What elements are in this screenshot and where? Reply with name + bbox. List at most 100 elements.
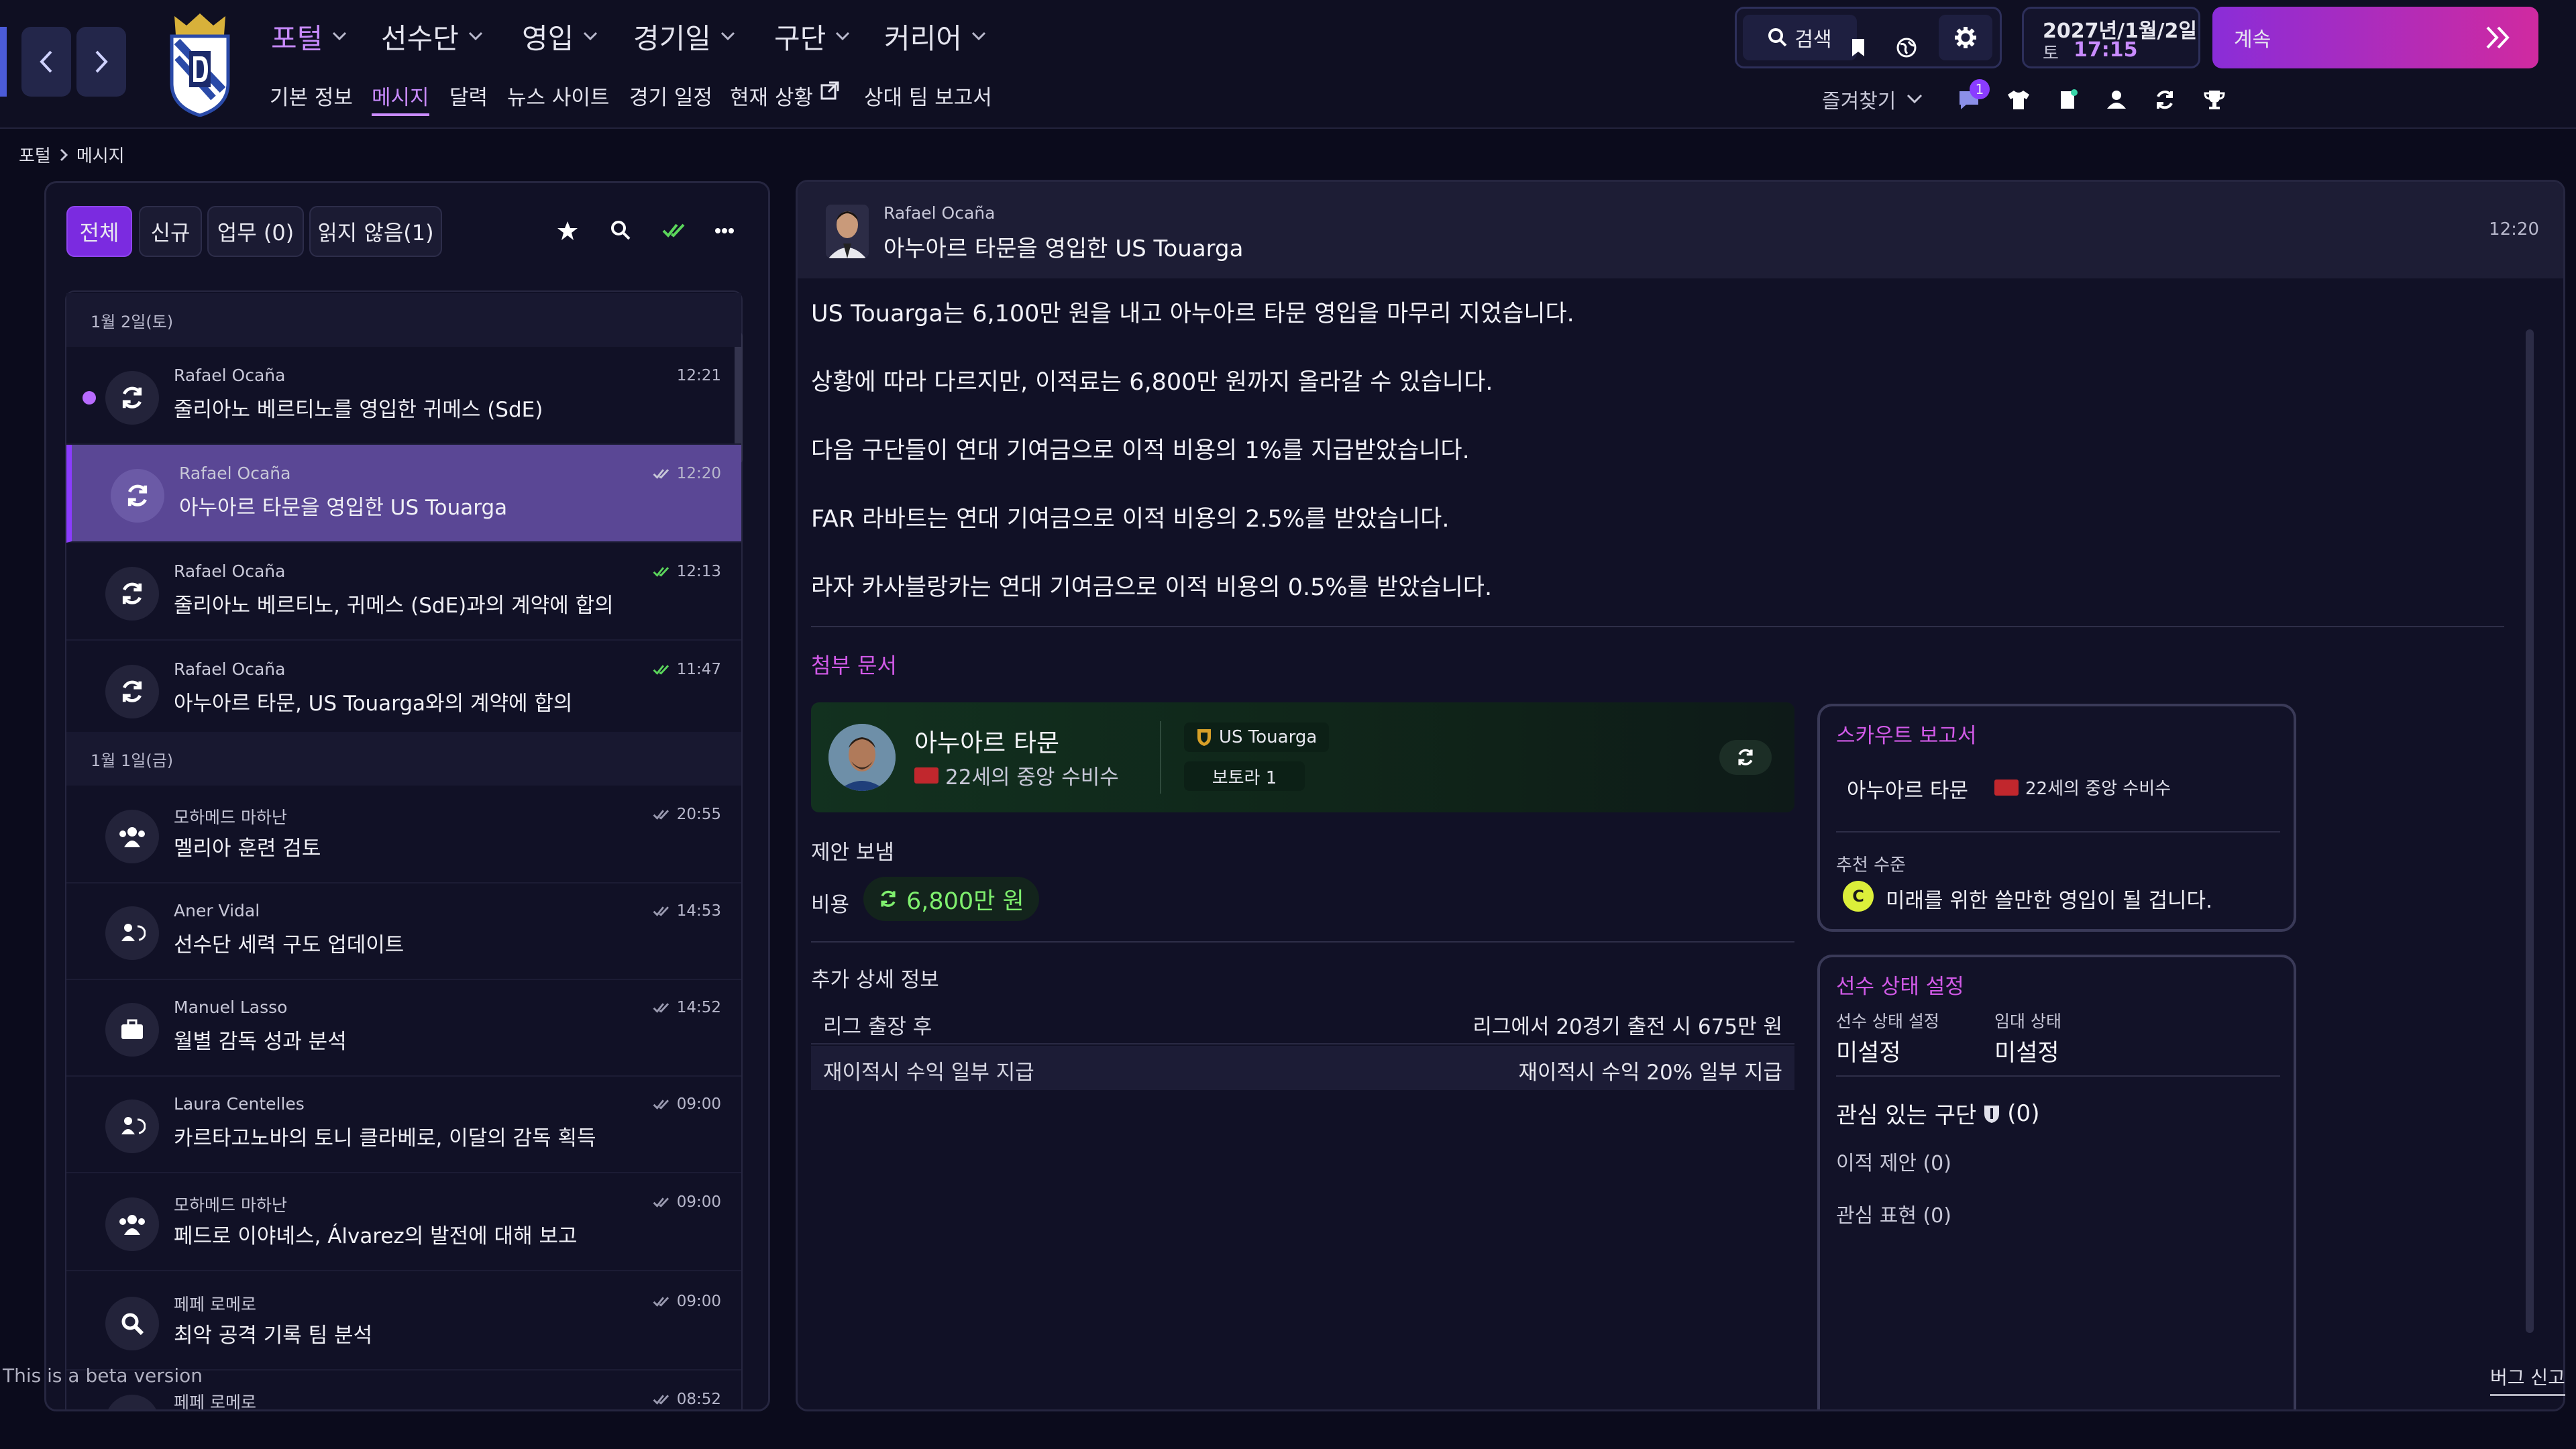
recommendation-grade: C <box>1843 881 1874 912</box>
favorites-dropdown[interactable]: 즐겨찾기 <box>1822 85 1923 114</box>
chevron-down-icon <box>468 32 482 41</box>
nav-squad-label: 선수단 <box>381 21 459 55</box>
scout-report-card[interactable]: 스카우트 보고서 아누아르 타문 22세의 중앙 수비수 추천 수준 C 미래를… <box>1817 704 2296 932</box>
divider <box>1836 831 2280 833</box>
subnav-overview[interactable]: 기본 정보 <box>270 80 353 113</box>
bug-report-link[interactable]: 버그 신고 <box>2490 1363 2565 1396</box>
filter-tasks[interactable]: 업무 (0) <box>207 206 304 257</box>
fee-value: 6,800만 원 <box>906 888 1024 915</box>
nav-club-label: 구단 <box>774 21 826 55</box>
nav-club[interactable]: 구단 <box>774 16 850 56</box>
scout-player-desc: 22세의 중앙 수비수 <box>1994 775 2171 800</box>
subnav-opponent-report[interactable]: 상대 팀 보고서 <box>864 80 992 113</box>
double-chevron-right-icon <box>2486 26 2510 49</box>
star-button[interactable] <box>556 219 579 242</box>
chevron-down-icon <box>720 32 735 41</box>
kit-button[interactable] <box>2002 83 2035 117</box>
subnav-messages[interactable]: 메시지 <box>372 80 429 116</box>
detail-scrollbar[interactable] <box>2526 329 2534 1333</box>
transfer-offers[interactable]: 이적 제안 (0) <box>1836 1146 1951 1176</box>
date-display[interactable]: 2027년/1월/2일 토 17:15 <box>2022 7 2200 68</box>
message-time-label: 09:00 <box>676 1193 721 1211</box>
chevron-right-icon <box>60 148 68 161</box>
breadcrumb-current: 메시지 <box>76 146 125 166</box>
player-card[interactable]: 아누아르 타문 22세의 중앙 수비수 US Touarga 보토라 1 <box>811 702 1794 812</box>
staff-button[interactable] <box>2100 83 2133 117</box>
club-crest-icon[interactable] <box>160 9 240 117</box>
message-detail-panel: Rafael Ocaña 아누아르 타문을 영입한 US Touarga 12:… <box>796 180 2565 1411</box>
filter-tasks-label: 업무 (0) <box>217 220 294 246</box>
board-button[interactable] <box>2051 83 2085 117</box>
club-badge[interactable]: US Touarga <box>1184 722 1330 752</box>
continue-button[interactable]: 계속 <box>2212 7 2538 68</box>
transfer-icon <box>105 1395 159 1409</box>
filter-all[interactable]: 전체 <box>66 206 132 257</box>
message-time: 09:00 <box>651 1293 721 1310</box>
message-item[interactable]: Manuel Lasso 월별 감독 성과 분석 14:52 <box>66 979 741 1077</box>
subnav-status-label: 현재 상황 <box>730 86 813 110</box>
interested-count: (0) <box>2007 1099 2040 1127</box>
nav-career[interactable]: 커리어 <box>884 16 986 56</box>
nav-recruitment[interactable]: 영입 <box>522 16 598 56</box>
message-sender: 모하메드 마하난 <box>174 808 287 827</box>
nav-matchday[interactable]: 경기일 <box>633 16 735 56</box>
search-messages-button[interactable] <box>610 219 631 241</box>
detail-label: 리그 출장 후 <box>823 1015 932 1039</box>
message-item[interactable]: Laura Centelles 카르타고노바의 토니 클라베로, 이달의 감독 … <box>66 1075 741 1173</box>
subnav-news[interactable]: 뉴스 사이트 <box>507 80 609 113</box>
message-sender: Rafael Ocaña <box>883 203 996 223</box>
subnav-status[interactable]: 현재 상황 <box>730 80 840 113</box>
bookmark-button[interactable] <box>1834 23 1882 72</box>
league-badge: 보토라 1 <box>1184 761 1305 791</box>
message-time: 12:20 <box>2489 219 2539 239</box>
message-time: 08:52 <box>651 1391 721 1408</box>
chevron-left-icon <box>40 50 52 73</box>
trophy-icon <box>2204 91 2225 109</box>
message-item[interactable]: 모하메드 마하난 페드로 이야녜스, Álvarez의 발전에 대해 보고 09… <box>66 1173 741 1271</box>
settings-button[interactable] <box>1939 15 1992 60</box>
transfer-button[interactable] <box>2148 83 2182 117</box>
more-button[interactable] <box>714 227 735 234</box>
message-item[interactable]: Aner Vidal 선수단 세력 구도 업데이트 14:53 <box>66 882 741 980</box>
back-button[interactable] <box>21 27 71 97</box>
mark-read-button[interactable] <box>662 221 686 239</box>
forward-button[interactable] <box>76 27 126 97</box>
details-title: 추가 상세 정보 <box>811 968 939 992</box>
loan-label: 임대 상태 <box>1994 1012 2061 1031</box>
social-button[interactable] <box>1882 23 1931 72</box>
more-dots-icon <box>715 228 734 233</box>
message-item[interactable]: Rafael Ocaña 줄리아노 베르티노, 귀메스 (SdE)과의 계약에 … <box>66 543 741 641</box>
date-separator: 1월 2일(토) <box>66 293 741 347</box>
message-item[interactable]: 페페 로메로 최악 공격 기록 팀 분석 09:00 <box>66 1273 741 1371</box>
subnav-fixtures[interactable]: 경기 일정 <box>629 80 712 113</box>
training-icon <box>105 1197 159 1251</box>
squad-icon <box>105 1099 159 1153</box>
message-subject: 줄리아노 베르티노를 영입한 귀메스 (SdE) <box>174 398 543 422</box>
message-item[interactable]: Rafael Ocaña 줄리아노 베르티노를 영입한 귀메스 (SdE) 12… <box>66 347 741 445</box>
club-name: US Touarga <box>1219 727 1318 747</box>
time-text: 17:15 <box>2074 38 2138 62</box>
nav-squad[interactable]: 선수단 <box>381 16 483 56</box>
message-paragraph: FAR 라바트는 연대 기여금으로 이적 비용의 2.5%를 받았습니다. <box>811 506 1450 533</box>
beta-notice: This is a beta version <box>3 1364 203 1387</box>
interest-expressed[interactable]: 관심 표현 (0) <box>1836 1199 1951 1228</box>
nav-portal[interactable]: 포털 <box>271 16 347 56</box>
breadcrumb-root[interactable]: 포털 <box>19 142 51 167</box>
subnav-calendar[interactable]: 달력 <box>449 80 488 113</box>
shield-icon <box>1984 1105 2000 1123</box>
message-item[interactable]: 모하메드 마하난 멜리아 훈련 검토 20:55 <box>66 786 741 883</box>
message-item[interactable]: Rafael Ocaña 아누아르 타문, US Touarga와의 계약에 합… <box>66 641 741 739</box>
filter-unread[interactable]: 읽지 않음(1) <box>309 206 442 257</box>
date-separator-label: 1월 1일(금) <box>91 751 174 770</box>
message-time-label: 12:13 <box>676 563 721 580</box>
message-time-label: 12:21 <box>676 367 721 384</box>
status-value[interactable]: 미설정 <box>1836 1034 1901 1068</box>
interested-clubs[interactable]: 관심 있는 구단 (0) <box>1836 1097 2039 1130</box>
message-time: 20:55 <box>651 806 721 823</box>
message-sender: Laura Centelles <box>174 1094 305 1114</box>
refresh-icon <box>2157 91 2173 109</box>
filter-new[interactable]: 신규 <box>139 206 202 257</box>
loan-value[interactable]: 미설정 <box>1994 1034 2059 1068</box>
message-item-selected[interactable]: Rafael Ocaña 아누아르 타문을 영입한 US Touarga 12:… <box>66 445 741 543</box>
trophy-button[interactable] <box>2198 83 2231 117</box>
